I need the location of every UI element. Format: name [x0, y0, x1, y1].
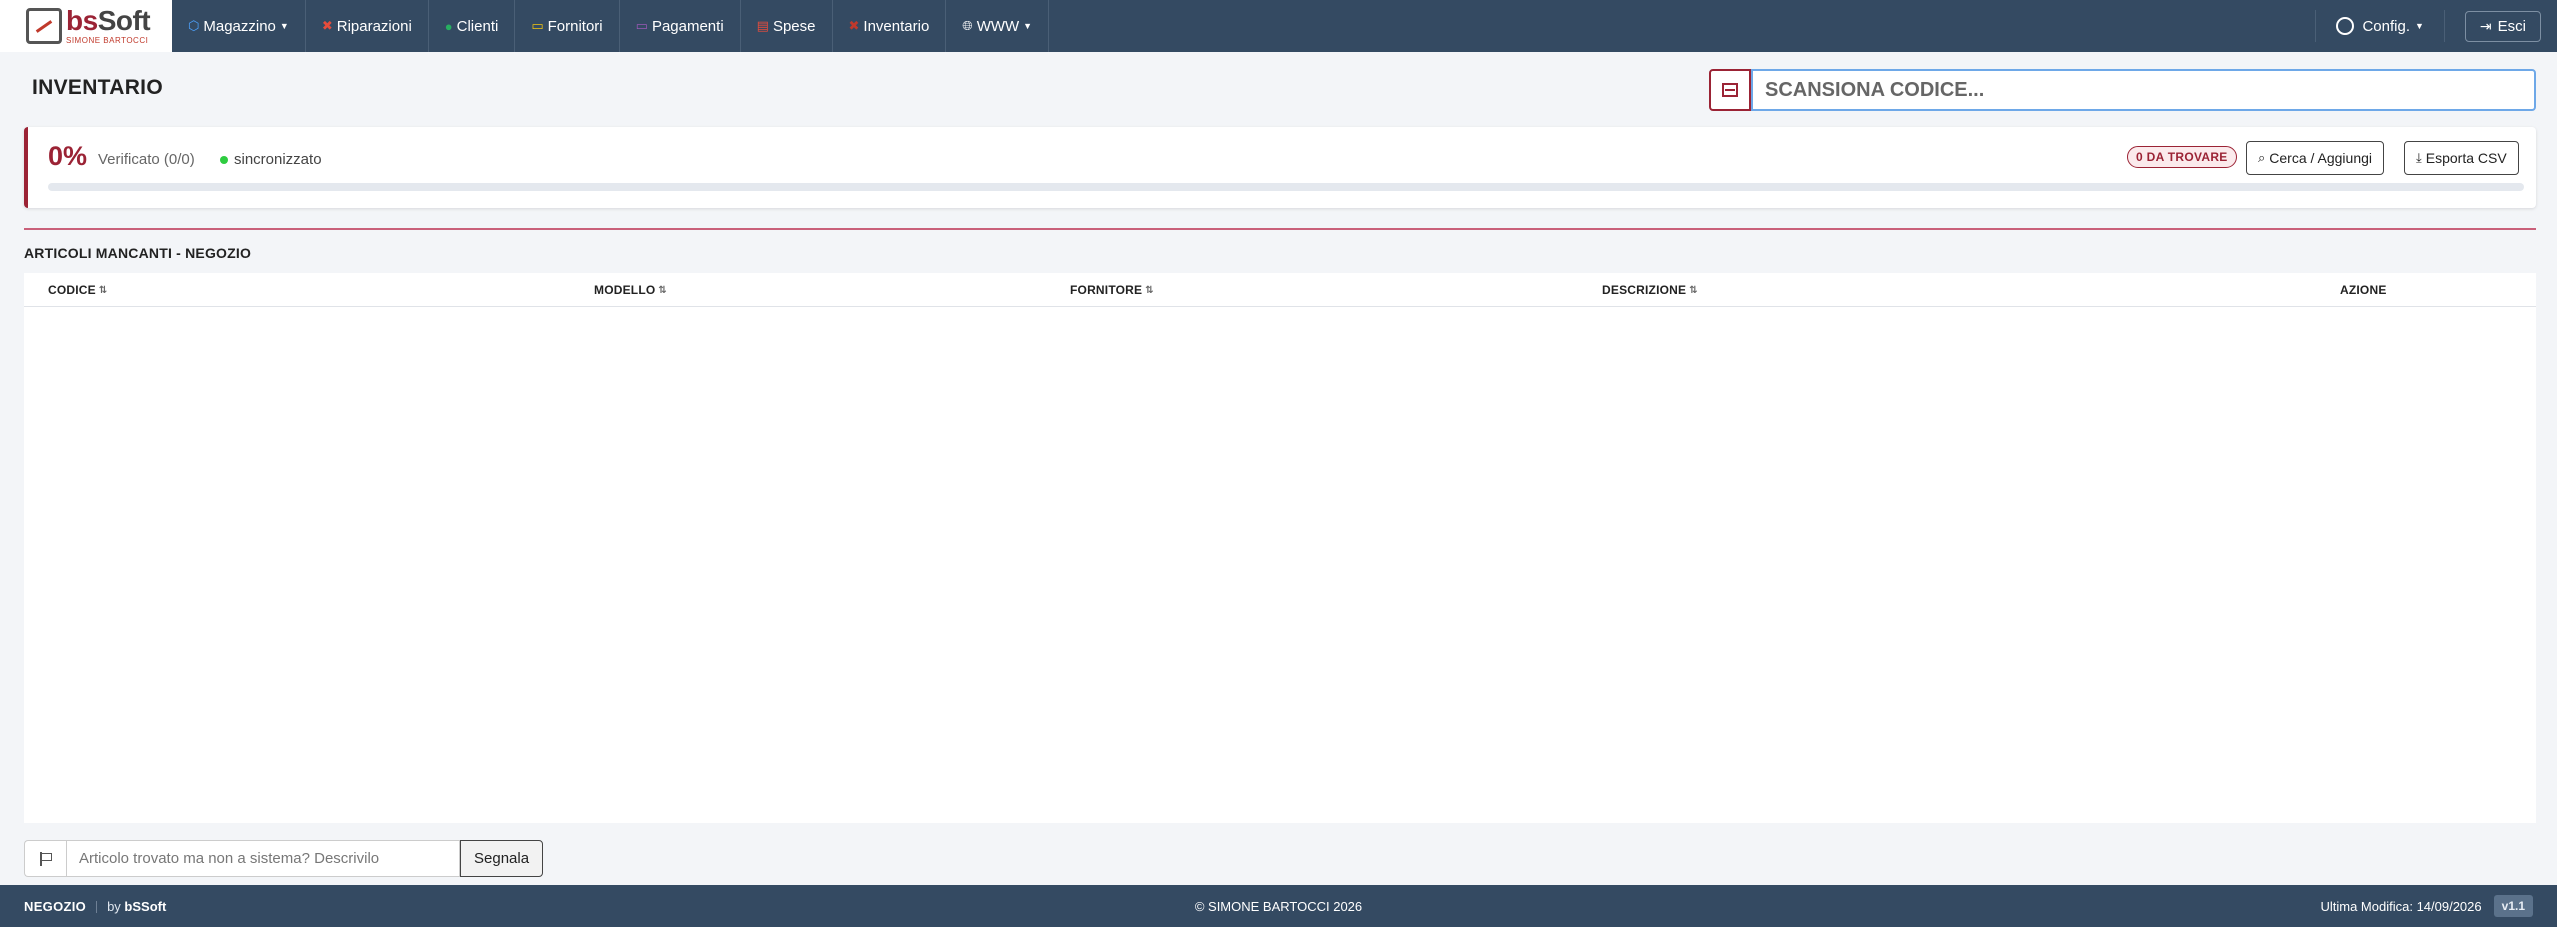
column-header-supplier[interactable]: FORNITORE ⇅ [1070, 283, 1154, 297]
column-header-action: AZIONE [2340, 283, 2387, 297]
navbar: bsSoft SIMONE BARTOCCI ⬡ Magazzino ▼ ✖ R… [0, 0, 2557, 52]
search-icon: ⌕ [2258, 150, 2266, 165]
nav-item-pagamenti[interactable]: ▭ Pagamenti [620, 0, 741, 52]
truck-icon: ▭ [531, 18, 544, 33]
people-icon: ● [444, 18, 453, 34]
logout-icon: ⇥ [2479, 17, 2492, 34]
logout-button[interactable]: ⇥ Esci [2464, 10, 2541, 42]
main-menu: ⬡ Magazzino ▼ ✖ Riparazioni ● Clienti ▭ … [172, 0, 1050, 52]
section-divider [24, 228, 2536, 230]
missing-items-table: CODICE ⇅ MODELLO ⇅ FORNITORE ⇅ DESCRIZIONE ⇅… [24, 273, 2536, 823]
sync-status: sincronizzato [220, 151, 322, 168]
sort-icon: ⇅ [98, 284, 108, 296]
column-header-code[interactable]: CODICE ⇅ [48, 283, 107, 297]
wallet-icon: ▭ [635, 18, 648, 33]
report-item-input[interactable] [66, 840, 460, 877]
nav-item-spese[interactable]: ▤ Spese [741, 0, 833, 52]
brand-logo[interactable]: bsSoft SIMONE BARTOCCI [0, 0, 172, 52]
table-header: CODICE ⇅ MODELLO ⇅ FORNITORE ⇅ DESCRIZIONE ⇅… [24, 273, 2536, 307]
inventory-status-card: 0% Verificato (0/0) sincronizzato 0 DA T… [24, 127, 2536, 208]
sync-dot-icon [220, 155, 228, 164]
sort-icon: ⇅ [1689, 284, 1698, 296]
table-title: ARTICOLI MANCANTI - NEGOZIO [24, 245, 252, 261]
report-bar: Segnala [24, 840, 544, 877]
sort-icon: ⇅ [1145, 284, 1154, 296]
missing-count-badge: 0 DA TROVARE [2127, 146, 2237, 168]
scan-camera-button[interactable] [1709, 69, 1751, 111]
column-header-description[interactable]: DESCRIZIONE ⇅ [1602, 283, 1698, 297]
brand-subtitle: SIMONE BARTOCCI [66, 36, 149, 45]
caret-down-icon: ▼ [1023, 21, 1033, 31]
nav-item-fornitori[interactable]: ▭ Fornitori [515, 0, 620, 52]
scan-bar [1709, 69, 2536, 111]
flag-icon [24, 840, 66, 877]
clipboard-icon: ✖ [848, 18, 860, 33]
nav-item-clienti[interactable]: ● Clienti [429, 0, 516, 52]
nav-item-www[interactable]: 🌐︎ WWW ▼ [946, 0, 1050, 52]
barcode-scan-icon [1722, 83, 1738, 97]
scan-code-input[interactable] [1751, 69, 2536, 111]
brand-name: bsSoft [66, 5, 151, 36]
footer-copyright: © SIMONE BARTOCCI 2026 [1194, 899, 1363, 914]
progress-bar [48, 183, 2524, 191]
receipt-icon: ▤ [756, 18, 769, 33]
column-header-model[interactable]: MODELLO ⇅ [594, 283, 667, 297]
report-button[interactable]: Segnala [460, 840, 544, 877]
page-title: INVENTARIO [32, 76, 163, 99]
search-add-button[interactable]: ⌕ Cerca / Aggiungi [2246, 141, 2385, 175]
config-menu[interactable]: Config. ▼ [2315, 10, 2445, 42]
tools-icon: ✖ [321, 18, 333, 33]
nav-item-inventario[interactable]: ✖ Inventario [833, 0, 947, 52]
caret-down-icon: ▼ [2415, 21, 2424, 31]
download-icon: ⤓ [2416, 150, 2422, 165]
footer-last-modified: Ultima Modifica: 14/09/2026 [2320, 898, 2482, 914]
verified-count: Verificato (0/0) [98, 151, 195, 168]
globe-icon: 🌐︎ [962, 18, 973, 33]
nav-item-riparazioni[interactable]: ✖ Riparazioni [306, 0, 429, 52]
user-circle-icon [2336, 17, 2355, 35]
footer: NEGOZIO by bSSoft © SIMONE BARTOCCI 2026… [0, 885, 2557, 927]
box-icon: ⬡ [188, 18, 200, 33]
export-csv-button[interactable]: ⤓ Esporta CSV [2404, 141, 2519, 175]
caret-down-icon: ▼ [279, 21, 289, 31]
version-badge: v1.1 [2493, 895, 2533, 917]
logo-icon [26, 8, 62, 44]
progress-percent: 0% [48, 141, 88, 171]
nav-item-magazzino[interactable]: ⬡ Magazzino ▼ [172, 0, 306, 52]
sort-icon: ⇅ [658, 284, 667, 296]
